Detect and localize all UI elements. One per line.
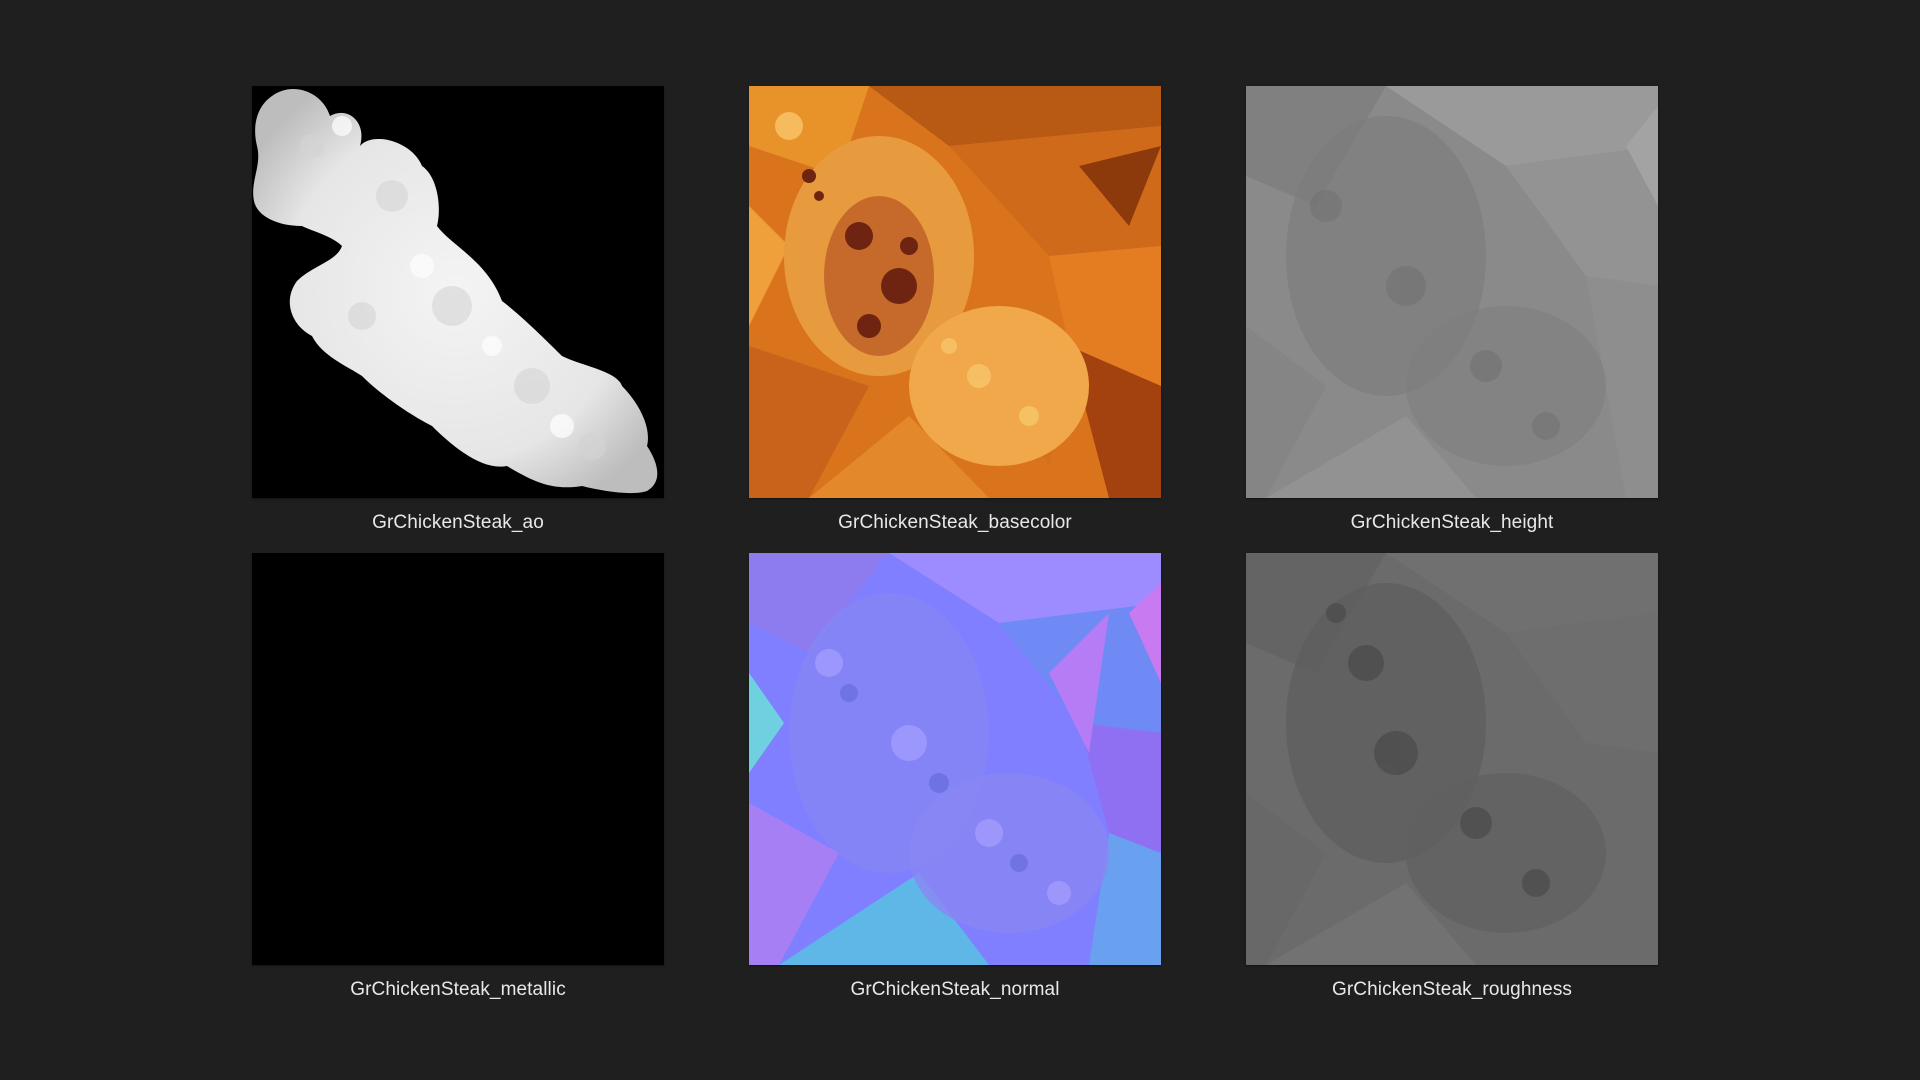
file-name-label: GrChickenSteak_roughness — [1331, 979, 1573, 1000]
file-tile-normal[interactable]: GrChickenSteak_normal — [749, 553, 1161, 1001]
file-tile-metallic[interactable]: GrChickenSteak_metallic — [252, 553, 664, 1001]
thumbnail-grid: GrChickenSteak_ao GrChickenSteak_basecol… — [0, 0, 1920, 1080]
basecolor-thumbnail[interactable] — [749, 86, 1161, 498]
file-tile-basecolor[interactable]: GrChickenSteak_basecolor — [749, 86, 1161, 534]
file-tile-height[interactable]: GrChickenSteak_height — [1246, 86, 1658, 534]
file-tile-roughness[interactable]: GrChickenSteak_roughness — [1246, 553, 1658, 1001]
file-name-label: GrChickenSteak_ao — [372, 512, 544, 533]
file-name-label: GrChickenSteak_height — [1350, 512, 1554, 533]
normal-thumbnail[interactable] — [749, 553, 1161, 965]
file-name-label: GrChickenSteak_basecolor — [838, 512, 1072, 533]
ao-thumbnail[interactable] — [252, 86, 664, 498]
metallic-thumbnail[interactable] — [252, 553, 664, 965]
roughness-thumbnail[interactable] — [1246, 553, 1658, 965]
file-name-label: GrChickenSteak_normal — [850, 979, 1060, 1000]
file-name-label: GrChickenSteak_metallic — [350, 979, 566, 1000]
file-tile-ao[interactable]: GrChickenSteak_ao — [252, 86, 664, 534]
height-thumbnail[interactable] — [1246, 86, 1658, 498]
